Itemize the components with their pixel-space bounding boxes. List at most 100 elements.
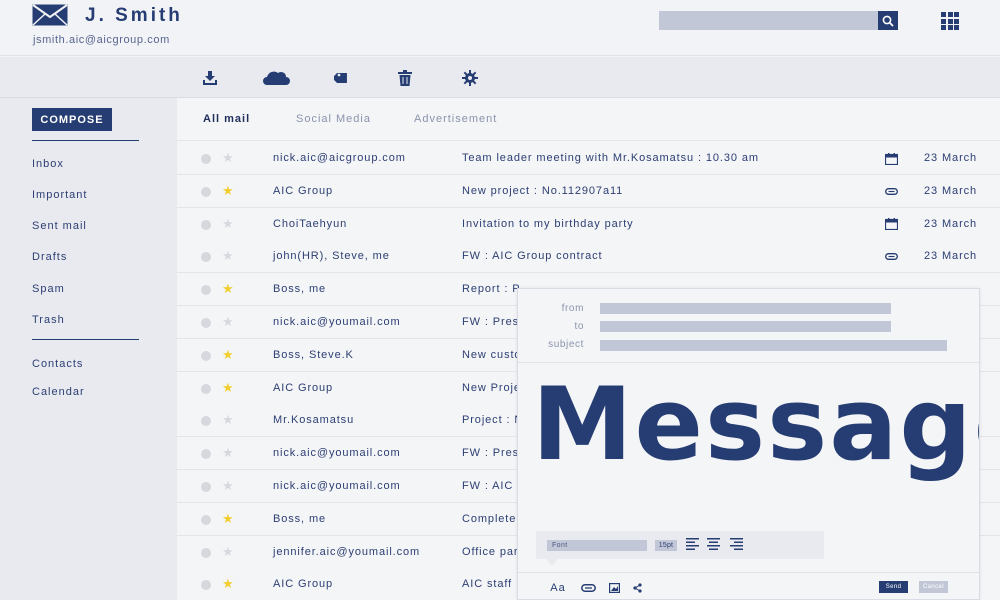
subject-label: subject xyxy=(548,339,584,350)
insert-image-button[interactable] xyxy=(608,581,620,595)
star-icon[interactable]: ★ xyxy=(222,511,235,527)
email-sender: nick.aic@youmail.com xyxy=(273,316,401,328)
email-row[interactable]: ★ AIC Group New project : No.112907a11 23 M… xyxy=(177,174,1000,208)
from-field[interactable] xyxy=(600,303,891,314)
select-checkbox[interactable] xyxy=(201,383,211,394)
star-icon[interactable]: ★ xyxy=(222,150,235,166)
select-checkbox[interactable] xyxy=(201,154,211,164)
user-name: J. Smith xyxy=(85,5,183,26)
apps-grid-icon[interactable] xyxy=(941,12,959,30)
calendar-icon xyxy=(884,152,898,165)
text-format-button[interactable]: Aa xyxy=(549,581,567,595)
align-center-icon[interactable] xyxy=(707,538,720,550)
share-icon xyxy=(632,583,642,593)
star-icon[interactable]: ★ xyxy=(222,445,235,461)
mail-tabs: All mail Social Media Advertisement xyxy=(177,98,1000,141)
email-subject: New Proje xyxy=(462,381,521,394)
cloud-icon xyxy=(263,71,290,85)
search-icon xyxy=(882,15,894,27)
email-sender: AIC Group xyxy=(273,578,334,591)
delete-button[interactable] xyxy=(393,67,417,89)
sidebar-item-drafts[interactable]: Drafts xyxy=(32,251,67,263)
select-checkbox[interactable] xyxy=(201,252,211,263)
gear-icon xyxy=(462,70,478,86)
email-sender: john(HR), Steve, me xyxy=(273,250,390,263)
message-body[interactable]: Message xyxy=(532,368,979,480)
calendar-icon xyxy=(884,218,898,231)
cloud-button[interactable] xyxy=(262,67,290,89)
select-checkbox[interactable] xyxy=(201,318,211,328)
sidebar-item-important[interactable]: Important xyxy=(32,189,87,201)
sidebar: COMPOSE Inbox Important Sent mail Drafts… xyxy=(0,98,177,600)
sidebar-item-inbox[interactable]: Inbox xyxy=(32,158,64,170)
select-checkbox[interactable] xyxy=(201,350,211,361)
email-sender: nick.aic@aicgroup.com xyxy=(273,152,406,164)
select-checkbox[interactable] xyxy=(201,416,211,427)
email-subject: Office par xyxy=(462,545,519,558)
search-button[interactable] xyxy=(878,11,898,30)
sidebar-item-sent-mail[interactable]: Sent mail xyxy=(32,220,87,232)
select-checkbox[interactable] xyxy=(201,449,211,460)
image-icon xyxy=(608,583,620,593)
email-row[interactable]: ★ ChoiTaehyun Invitation to my birthday pa… xyxy=(177,207,1000,241)
select-checkbox[interactable] xyxy=(201,482,211,492)
star-icon[interactable]: ★ xyxy=(222,347,235,363)
star-icon[interactable]: ★ xyxy=(222,248,235,264)
share-button[interactable] xyxy=(631,581,643,595)
select-checkbox[interactable] xyxy=(201,514,211,525)
email-subject: Complete xyxy=(462,512,517,525)
attach-button[interactable] xyxy=(580,581,596,595)
email-subject: Report : P xyxy=(462,283,521,296)
star-icon[interactable]: ★ xyxy=(222,380,235,396)
email-sender: nick.aic@youmail.com xyxy=(273,447,401,460)
select-checkbox[interactable] xyxy=(201,186,211,197)
sidebar-item-contacts[interactable]: Contacts xyxy=(32,358,83,370)
star-icon[interactable]: ★ xyxy=(222,281,235,297)
email-row[interactable]: ★ john(HR), Steve, me FW : AIC Group contr… xyxy=(177,240,1000,274)
format-toolbar: Font 15pt xyxy=(536,531,824,559)
from-label: from xyxy=(561,303,584,314)
email-subject: AIC staff : xyxy=(462,578,520,591)
sidebar-item-spam[interactable]: Spam xyxy=(32,283,65,295)
align-right-icon[interactable] xyxy=(730,538,743,550)
tab-social-media[interactable]: Social Media xyxy=(296,113,371,125)
align-left-icon[interactable] xyxy=(686,538,699,550)
format-toolbar-pointer xyxy=(546,559,558,566)
to-field[interactable] xyxy=(600,321,891,332)
email-sender: nick.aic@youmail.com xyxy=(273,480,401,492)
sidebar-item-trash[interactable]: Trash xyxy=(32,314,65,326)
star-icon[interactable]: ★ xyxy=(222,544,235,560)
star-icon[interactable]: ★ xyxy=(222,576,235,592)
email-date: 23 March xyxy=(924,184,978,197)
select-checkbox[interactable] xyxy=(201,580,211,591)
email-subject: FW : Press xyxy=(462,447,526,460)
settings-button[interactable] xyxy=(458,67,482,89)
select-checkbox[interactable] xyxy=(201,547,211,558)
download-button[interactable] xyxy=(198,67,222,89)
sidebar-divider xyxy=(32,339,139,340)
cancel-button[interactable]: Cancel xyxy=(919,581,948,593)
sidebar-item-calendar[interactable]: Calendar xyxy=(32,386,85,398)
email-date: 23 March xyxy=(924,152,978,164)
select-checkbox[interactable] xyxy=(201,285,211,296)
star-icon[interactable]: ★ xyxy=(222,412,235,428)
search-input[interactable] xyxy=(659,11,880,30)
font-select[interactable]: Font xyxy=(547,540,647,551)
select-checkbox[interactable] xyxy=(201,219,211,230)
star-icon[interactable]: ★ xyxy=(222,183,235,199)
email-row[interactable]: ★ nick.aic@aicgroup.com Team leader meetin… xyxy=(177,142,1000,175)
star-icon[interactable]: ★ xyxy=(222,314,235,330)
font-size-select[interactable]: 15pt xyxy=(655,540,677,551)
send-button[interactable]: Send xyxy=(879,581,908,593)
star-icon[interactable]: ★ xyxy=(222,478,235,494)
popup-bottom-divider xyxy=(518,572,979,573)
app-header: J. Smith jsmith.aic@aicgroup.com xyxy=(0,0,1000,56)
email-sender: Mr.Kosamatsu xyxy=(273,414,355,427)
star-icon[interactable]: ★ xyxy=(222,216,235,232)
compose-button[interactable]: COMPOSE xyxy=(32,108,112,131)
tag-icon xyxy=(334,73,347,83)
subject-field[interactable] xyxy=(600,340,947,351)
tab-all-mail[interactable]: All mail xyxy=(203,113,250,125)
tag-button[interactable] xyxy=(330,67,354,89)
tab-advertisement[interactable]: Advertisement xyxy=(414,113,497,125)
